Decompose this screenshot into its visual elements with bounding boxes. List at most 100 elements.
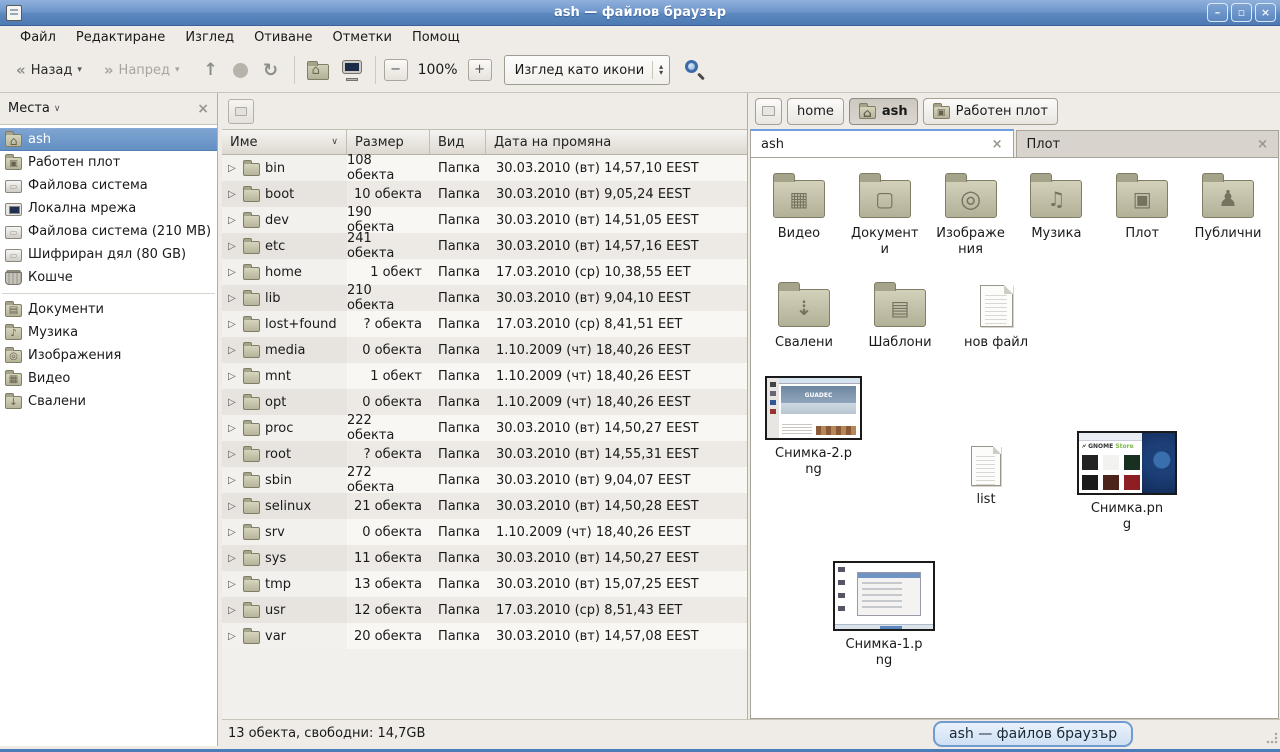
table-row[interactable]: ▷ home 1 обект Папка 17.03.2010 (ср) 10,… xyxy=(222,259,747,285)
expander-icon[interactable]: ▷ xyxy=(228,631,238,642)
table-row[interactable]: ▷ opt 0 обекта Папка 1.10.2009 (чт) 18,4… xyxy=(222,389,747,415)
reload-button[interactable]: ↻ xyxy=(256,55,286,85)
folder-item[interactable]: Музика xyxy=(1020,170,1092,242)
taskbar-window-label[interactable]: ash — файлов браузър xyxy=(933,721,1133,747)
sidebar-item[interactable]: Шифриран дял (80 GB) xyxy=(0,243,217,266)
table-row[interactable]: ▷ selinux 21 обекта Папка 30.03.2010 (вт… xyxy=(222,493,747,519)
folder-item[interactable]: Изображения xyxy=(935,170,1007,259)
table-row[interactable]: ▷ lost+found ? обекта Папка 17.03.2010 (… xyxy=(222,311,747,337)
table-row[interactable]: ▷ sys 11 обекта Папка 30.03.2010 (вт) 14… xyxy=(222,545,747,571)
tab-ash[interactable]: ash × xyxy=(750,129,1014,157)
table-row[interactable]: ▷ mnt 1 обект Папка 1.10.2009 (чт) 18,40… xyxy=(222,363,747,389)
search-button[interactable] xyxy=(684,59,706,81)
zoom-in-button[interactable]: + xyxy=(468,59,492,81)
table-row[interactable]: ▷ proc 222 обекта Папка 30.03.2010 (вт) … xyxy=(222,415,747,441)
expander-icon[interactable]: ▷ xyxy=(228,605,238,616)
sidebar-item[interactable]: Файлова система xyxy=(0,174,217,197)
sidebar-item[interactable]: ash xyxy=(0,128,217,151)
folder-item[interactable]: Видео xyxy=(763,170,835,242)
sidebar-item[interactable]: Документи xyxy=(0,298,217,321)
tab-close-icon[interactable]: × xyxy=(992,137,1003,152)
folder-item[interactable]: Шаблони xyxy=(859,279,941,351)
view-mode-select[interactable]: Изглед като икони ▴▾ xyxy=(504,55,671,85)
forward-button[interactable]: » Напред ▾ xyxy=(96,57,188,83)
maximize-button[interactable]: ▫ xyxy=(1231,3,1252,22)
table-row[interactable]: ▷ srv 0 обекта Папка 1.10.2009 (чт) 18,4… xyxy=(222,519,747,545)
expander-icon[interactable]: ▷ xyxy=(228,371,238,382)
column-header-size[interactable]: Размер xyxy=(347,130,430,154)
expander-icon[interactable]: ▷ xyxy=(228,241,238,252)
zoom-out-button[interactable]: − xyxy=(384,59,408,81)
table-row[interactable]: ▷ bin 108 обекта Папка 30.03.2010 (вт) 1… xyxy=(222,155,747,181)
expander-icon[interactable]: ▷ xyxy=(228,579,238,590)
table-row[interactable]: ▷ var 20 обекта Папка 30.03.2010 (вт) 14… xyxy=(222,623,747,649)
sidebar-item[interactable]: Музика xyxy=(0,321,217,344)
expander-icon[interactable]: ▷ xyxy=(228,475,238,486)
resize-grip[interactable] xyxy=(1266,732,1278,744)
chevron-down-icon[interactable]: ∨ xyxy=(54,104,61,114)
back-history-arrow[interactable]: ▾ xyxy=(77,65,82,75)
computer-button[interactable] xyxy=(337,55,367,85)
menu-item[interactable]: Отметки xyxy=(322,28,401,47)
table-row[interactable]: ▷ boot 10 обекта Папка 30.03.2010 (вт) 9… xyxy=(222,181,747,207)
sidebar-item[interactable]: Файлова система (210 MB) xyxy=(0,220,217,243)
titlebar[interactable]: ash — файлов браузър – ▫ × xyxy=(0,0,1280,26)
table-row[interactable]: ▷ media 0 обекта Папка 1.10.2009 (чт) 18… xyxy=(222,337,747,363)
folder-item[interactable]: Свалени xyxy=(763,279,845,351)
tab-close-icon[interactable]: × xyxy=(1257,137,1268,152)
tab-plot[interactable]: Плот × xyxy=(1016,130,1280,157)
root-path-button[interactable] xyxy=(755,98,782,125)
sidebar-item[interactable]: Работен плот xyxy=(0,151,217,174)
file-item-list[interactable]: list xyxy=(971,446,1001,508)
menu-item[interactable]: Редактиране xyxy=(66,28,175,47)
column-header-name[interactable]: Име∨ xyxy=(222,130,347,154)
back-button[interactable]: « Назад ▾ xyxy=(8,57,90,83)
expander-icon[interactable]: ▷ xyxy=(228,189,238,200)
expander-icon[interactable]: ▷ xyxy=(228,345,238,356)
expander-icon[interactable]: ▷ xyxy=(228,267,238,278)
expander-icon[interactable]: ▷ xyxy=(228,163,238,174)
sidebar-item[interactable]: Локална мрежа xyxy=(0,197,217,220)
expander-icon[interactable]: ▷ xyxy=(228,553,238,564)
folder-item[interactable]: Документи xyxy=(849,170,921,259)
table-row[interactable]: ▷ sbin 272 обекта Папка 30.03.2010 (вт) … xyxy=(222,467,747,493)
table-row[interactable]: ▷ lib 210 обекта Папка 30.03.2010 (вт) 9… xyxy=(222,285,747,311)
sidebar-item[interactable]: Изображения xyxy=(0,344,217,367)
image-item-snimka1[interactable]: Снимка-1.png xyxy=(833,561,935,670)
expander-icon[interactable]: ▷ xyxy=(228,527,238,538)
image-item-snimka2[interactable]: GUADEC Снимка-2.png xyxy=(765,376,862,479)
icon-view[interactable]: Видео Документи Изображения Музика Плот xyxy=(750,157,1279,719)
expander-icon[interactable]: ▷ xyxy=(228,501,238,512)
path-button-desktop[interactable]: Работен плот xyxy=(923,98,1058,125)
sidebar-close-icon[interactable]: × xyxy=(197,101,209,117)
expander-icon[interactable]: ▷ xyxy=(228,449,238,460)
table-row[interactable]: ▷ root ? обекта Папка 30.03.2010 (вт) 14… xyxy=(222,441,747,467)
root-filesystem-button[interactable] xyxy=(228,99,254,124)
table-row[interactable]: ▷ usr 12 обекта Папка 17.03.2010 (ср) 8,… xyxy=(222,597,747,623)
up-button[interactable]: ↑ xyxy=(196,55,226,85)
folder-item[interactable]: Публични xyxy=(1192,170,1264,242)
expander-icon[interactable]: ▷ xyxy=(228,319,238,330)
minimize-button[interactable]: – xyxy=(1207,3,1228,22)
home-button[interactable] xyxy=(303,55,333,85)
expander-icon[interactable]: ▷ xyxy=(228,397,238,408)
sidebar-item[interactable]: Кошче xyxy=(0,266,217,289)
folder-item[interactable]: нов файл xyxy=(955,279,1037,351)
table-row[interactable]: ▷ dev 190 обекта Папка 30.03.2010 (вт) 1… xyxy=(222,207,747,233)
column-header-date[interactable]: Дата на промяна xyxy=(486,130,747,154)
expander-icon[interactable]: ▷ xyxy=(228,293,238,304)
menu-item[interactable]: Отиване xyxy=(244,28,322,47)
menu-item[interactable]: Помощ xyxy=(402,28,470,47)
sidebar-item[interactable]: Свалени xyxy=(0,390,217,413)
folder-item[interactable]: Плот xyxy=(1106,170,1178,242)
column-header-type[interactable]: Вид xyxy=(430,130,486,154)
menu-item[interactable]: Файл xyxy=(10,28,66,47)
close-button[interactable]: × xyxy=(1255,3,1276,22)
path-button-home[interactable]: home xyxy=(787,98,844,125)
image-item-snimka[interactable]: 🗲 GNOME Store Снимка.png xyxy=(1077,431,1177,534)
menu-item[interactable]: Изглед xyxy=(175,28,244,47)
stop-button[interactable] xyxy=(226,55,256,85)
expander-icon[interactable]: ▷ xyxy=(228,215,238,226)
path-button-ash[interactable]: ash xyxy=(849,98,918,125)
sidebar-item[interactable]: Видео xyxy=(0,367,217,390)
